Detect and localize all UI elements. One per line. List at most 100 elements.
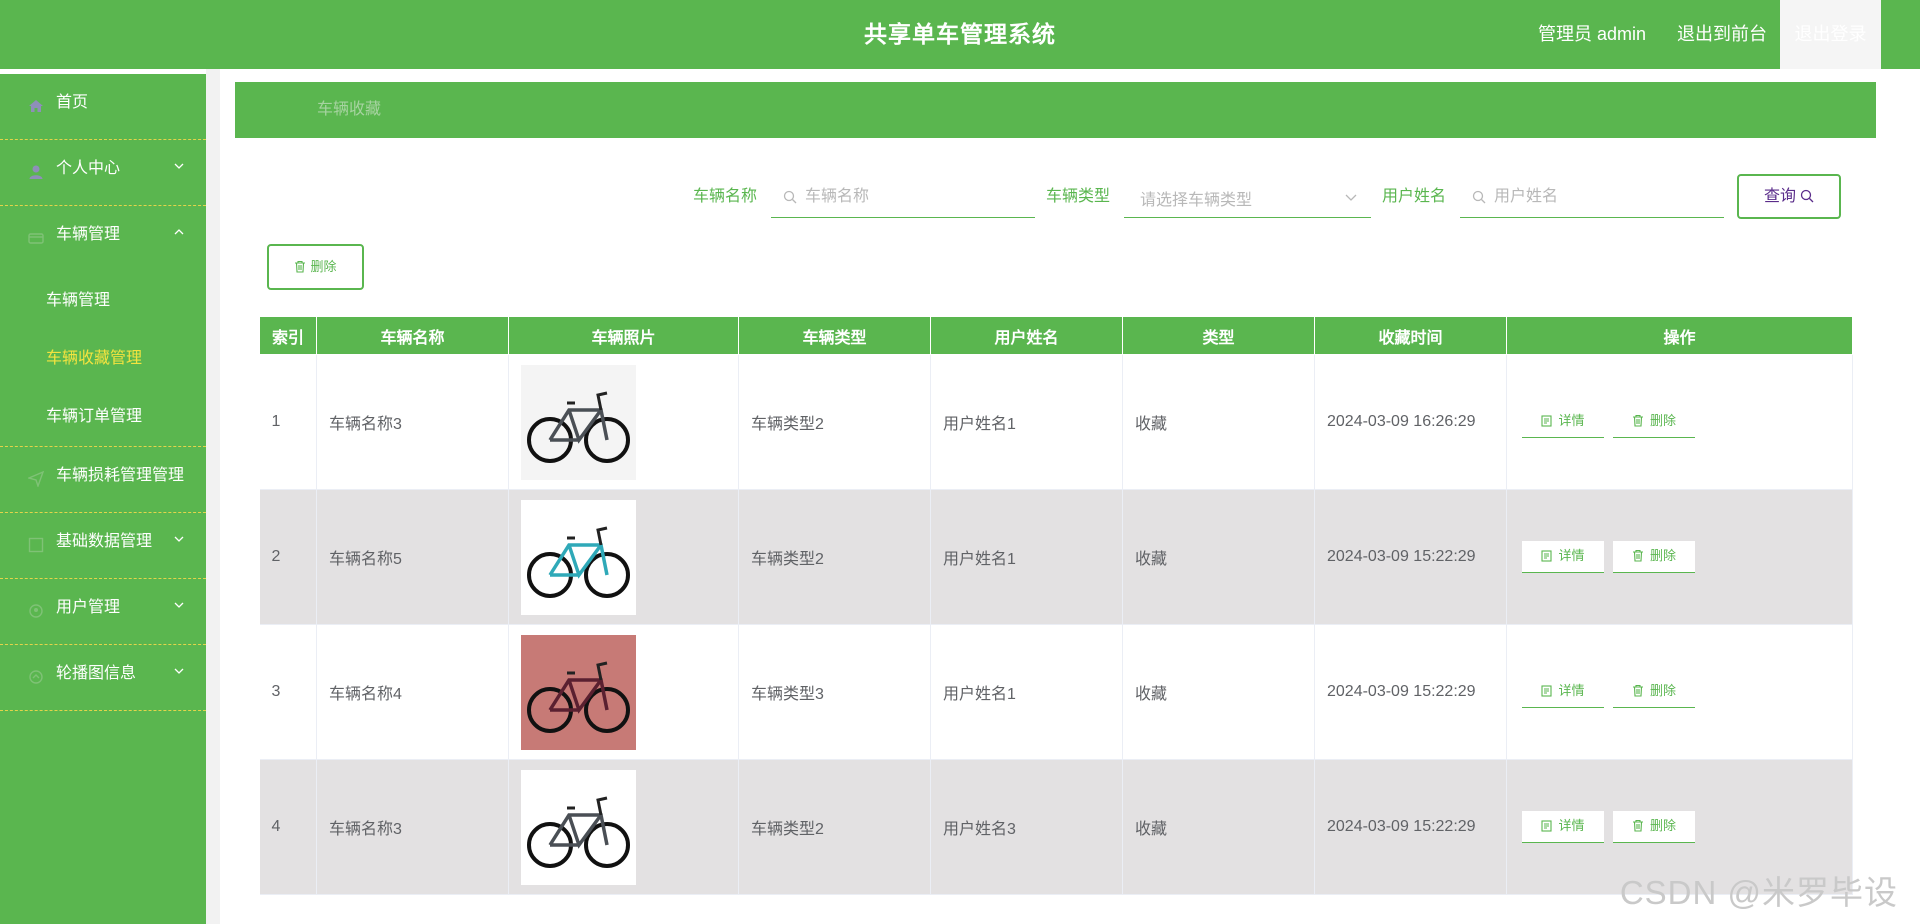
detail-button[interactable]: 详情 — [1522, 541, 1604, 573]
cell-vehicle-type: 车辆类型2 — [738, 759, 931, 895]
detail-label: 详情 — [1558, 413, 1585, 428]
header-user-name[interactable]: 用户姓名 — [930, 316, 1123, 355]
watermark: CSDN @米罗毕设 — [1619, 874, 1898, 911]
header-index[interactable]: 索引 — [259, 316, 317, 355]
cell-kind: 收藏 — [1122, 759, 1315, 895]
cell-vehicle-type: 车辆类型2 — [738, 354, 931, 490]
sidebar-item-label: 个人中心 — [56, 160, 121, 177]
cell-vehicle-photo — [508, 624, 739, 760]
table-header-row: 索引 车辆名称 车辆照片 车辆类型 用户姓名 类型 收藏时间 操作 — [259, 316, 1853, 355]
search-icon — [783, 190, 797, 204]
vehicle-type-select[interactable]: 请选择车辆类型 — [1124, 176, 1371, 218]
user-name-label: 用户姓名 — [1382, 188, 1447, 205]
cell-favorite-time: 2024-03-09 15:22:29 — [1314, 624, 1507, 760]
header-vehicle-name[interactable]: 车辆名称 — [316, 316, 509, 355]
cell-user-name: 用户姓名1 — [930, 489, 1123, 625]
detail-button[interactable]: 详情 — [1522, 811, 1604, 843]
submenu-vehicle-management[interactable]: 车辆管理 — [0, 272, 206, 330]
row-delete-button[interactable]: 删除 — [1613, 541, 1695, 573]
row-delete-label: 删除 — [1649, 683, 1676, 698]
sidebar-item-label: 车辆管理 — [56, 226, 121, 243]
cell-favorite-time: 2024-03-09 16:26:29 — [1314, 354, 1507, 490]
cell-user-name: 用户姓名1 — [930, 354, 1123, 490]
sidebar-item-home[interactable]: 首页 — [0, 74, 206, 140]
query-button[interactable]: 查询 — [1737, 174, 1841, 219]
content-panel: 车辆名称 车辆类型 请选择车辆类型 用户姓名 查询 删除 索引 车辆名称 车辆照… — [235, 138, 1876, 924]
cell-vehicle-name: 车辆名称3 — [316, 759, 509, 895]
cell-kind: 收藏 — [1122, 354, 1315, 490]
search-icon — [1800, 189, 1814, 203]
batch-delete-button[interactable]: 删除 — [267, 244, 364, 290]
vehicle-name-input[interactable] — [805, 185, 1025, 209]
chevron-down-icon — [174, 668, 184, 674]
sidebar-item-label: 车辆损耗管理管理 — [56, 467, 185, 484]
admin-label: 管理员 admin — [1537, 24, 1646, 44]
sidebar-item-carousel[interactable]: 轮播图信息 — [0, 645, 206, 711]
document-icon — [1541, 685, 1553, 697]
cell-vehicle-type: 车辆类型3 — [738, 624, 931, 760]
row-delete-label: 删除 — [1649, 413, 1676, 428]
row-delete-button[interactable]: 删除 — [1613, 676, 1695, 708]
document-icon — [1541, 415, 1553, 427]
sidebar-item-label: 轮播图信息 — [56, 665, 137, 682]
sidebar-item-vehicles[interactable]: 车辆管理 — [0, 206, 206, 272]
header-vehicle-type[interactable]: 车辆类型 — [738, 316, 931, 355]
submenu-vehicle-orders[interactable]: 车辆订单管理 — [0, 388, 206, 446]
logout-button[interactable]: 退出登录 — [1780, 0, 1881, 69]
sidebar-item-label: 基础数据管理 — [56, 533, 153, 550]
header-favorite-time[interactable]: 收藏时间 — [1314, 316, 1507, 355]
breadcrumb-item[interactable]: 车辆收藏 — [317, 82, 381, 138]
vehicle-submenu: 车辆管理 车辆收藏管理 车辆订单管理 — [0, 272, 206, 447]
sidebar: 首页 个人中心 车辆管理 车辆管理 车辆收藏管理 车辆订单管理 车辆损耗管理管理… — [0, 74, 206, 924]
query-button-label: 查询 — [1763, 188, 1796, 205]
bike-photo — [521, 769, 636, 885]
chevron-down-icon — [1345, 194, 1357, 201]
chevron-down-icon — [174, 163, 184, 169]
detail-label: 详情 — [1558, 683, 1585, 698]
cell-vehicle-photo — [508, 489, 739, 625]
sidebar-item-wear[interactable]: 车辆损耗管理管理 — [0, 447, 206, 513]
search-icon — [1472, 190, 1486, 204]
cell-actions: 详情 删除 — [1506, 624, 1853, 760]
detail-label: 详情 — [1558, 548, 1585, 563]
cell-kind: 收藏 — [1122, 489, 1315, 625]
row-delete-label: 删除 — [1649, 818, 1676, 833]
vehicle-type-placeholder: 请选择车辆类型 — [1140, 192, 1253, 209]
user-name-search — [1460, 176, 1724, 218]
submenu-vehicle-favorites[interactable]: 车辆收藏管理 — [0, 330, 206, 388]
cell-vehicle-name: 车辆名称4 — [316, 624, 509, 760]
detail-button[interactable]: 详情 — [1522, 676, 1604, 708]
sidebar-item-basic-data[interactable]: 基础数据管理 — [0, 513, 206, 579]
cell-index: 4 — [259, 759, 317, 895]
table-row: 4 车辆名称3 车辆类型2 用户姓名3 收藏 2024-03-09 15:22:29 详情 删… — [259, 759, 1853, 895]
sidebar-item-personal[interactable]: 个人中心 — [0, 140, 206, 206]
header-kind[interactable]: 类型 — [1122, 316, 1315, 355]
exit-to-front-link[interactable]: 退出到前台 — [1677, 0, 1767, 69]
sidebar-item-users[interactable]: 用户管理 — [0, 579, 206, 645]
bike-icon — [28, 233, 44, 244]
user-name-input[interactable] — [1494, 185, 1714, 209]
image-icon — [29, 670, 43, 684]
trash-icon — [295, 260, 306, 273]
cell-vehicle-photo — [508, 354, 739, 490]
cell-vehicle-photo — [508, 759, 739, 895]
header-vehicle-photo[interactable]: 车辆照片 — [508, 316, 739, 355]
cell-user-name: 用户姓名3 — [930, 759, 1123, 895]
chevron-down-icon — [174, 536, 184, 542]
document-icon — [1541, 550, 1553, 562]
cell-favorite-time: 2024-03-09 15:22:29 — [1314, 489, 1507, 625]
top-bar: 共享单车管理系统 管理员 admin 退出到前台 退出登录 — [0, 0, 1920, 69]
bike-photo — [521, 364, 636, 480]
page-scrollbar[interactable] — [1900, 69, 1920, 924]
trash-icon — [1632, 414, 1643, 427]
cell-index: 3 — [259, 624, 317, 760]
row-delete-button[interactable]: 删除 — [1613, 811, 1695, 843]
cell-vehicle-type: 车辆类型2 — [738, 489, 931, 625]
detail-button[interactable]: 详情 — [1522, 406, 1604, 438]
cell-kind: 收藏 — [1122, 624, 1315, 760]
batch-delete-label: 删除 — [310, 259, 337, 274]
user-icon — [29, 165, 43, 179]
cell-vehicle-name: 车辆名称5 — [316, 489, 509, 625]
row-delete-button[interactable]: 删除 — [1613, 406, 1695, 438]
sidebar-divider — [206, 69, 220, 924]
